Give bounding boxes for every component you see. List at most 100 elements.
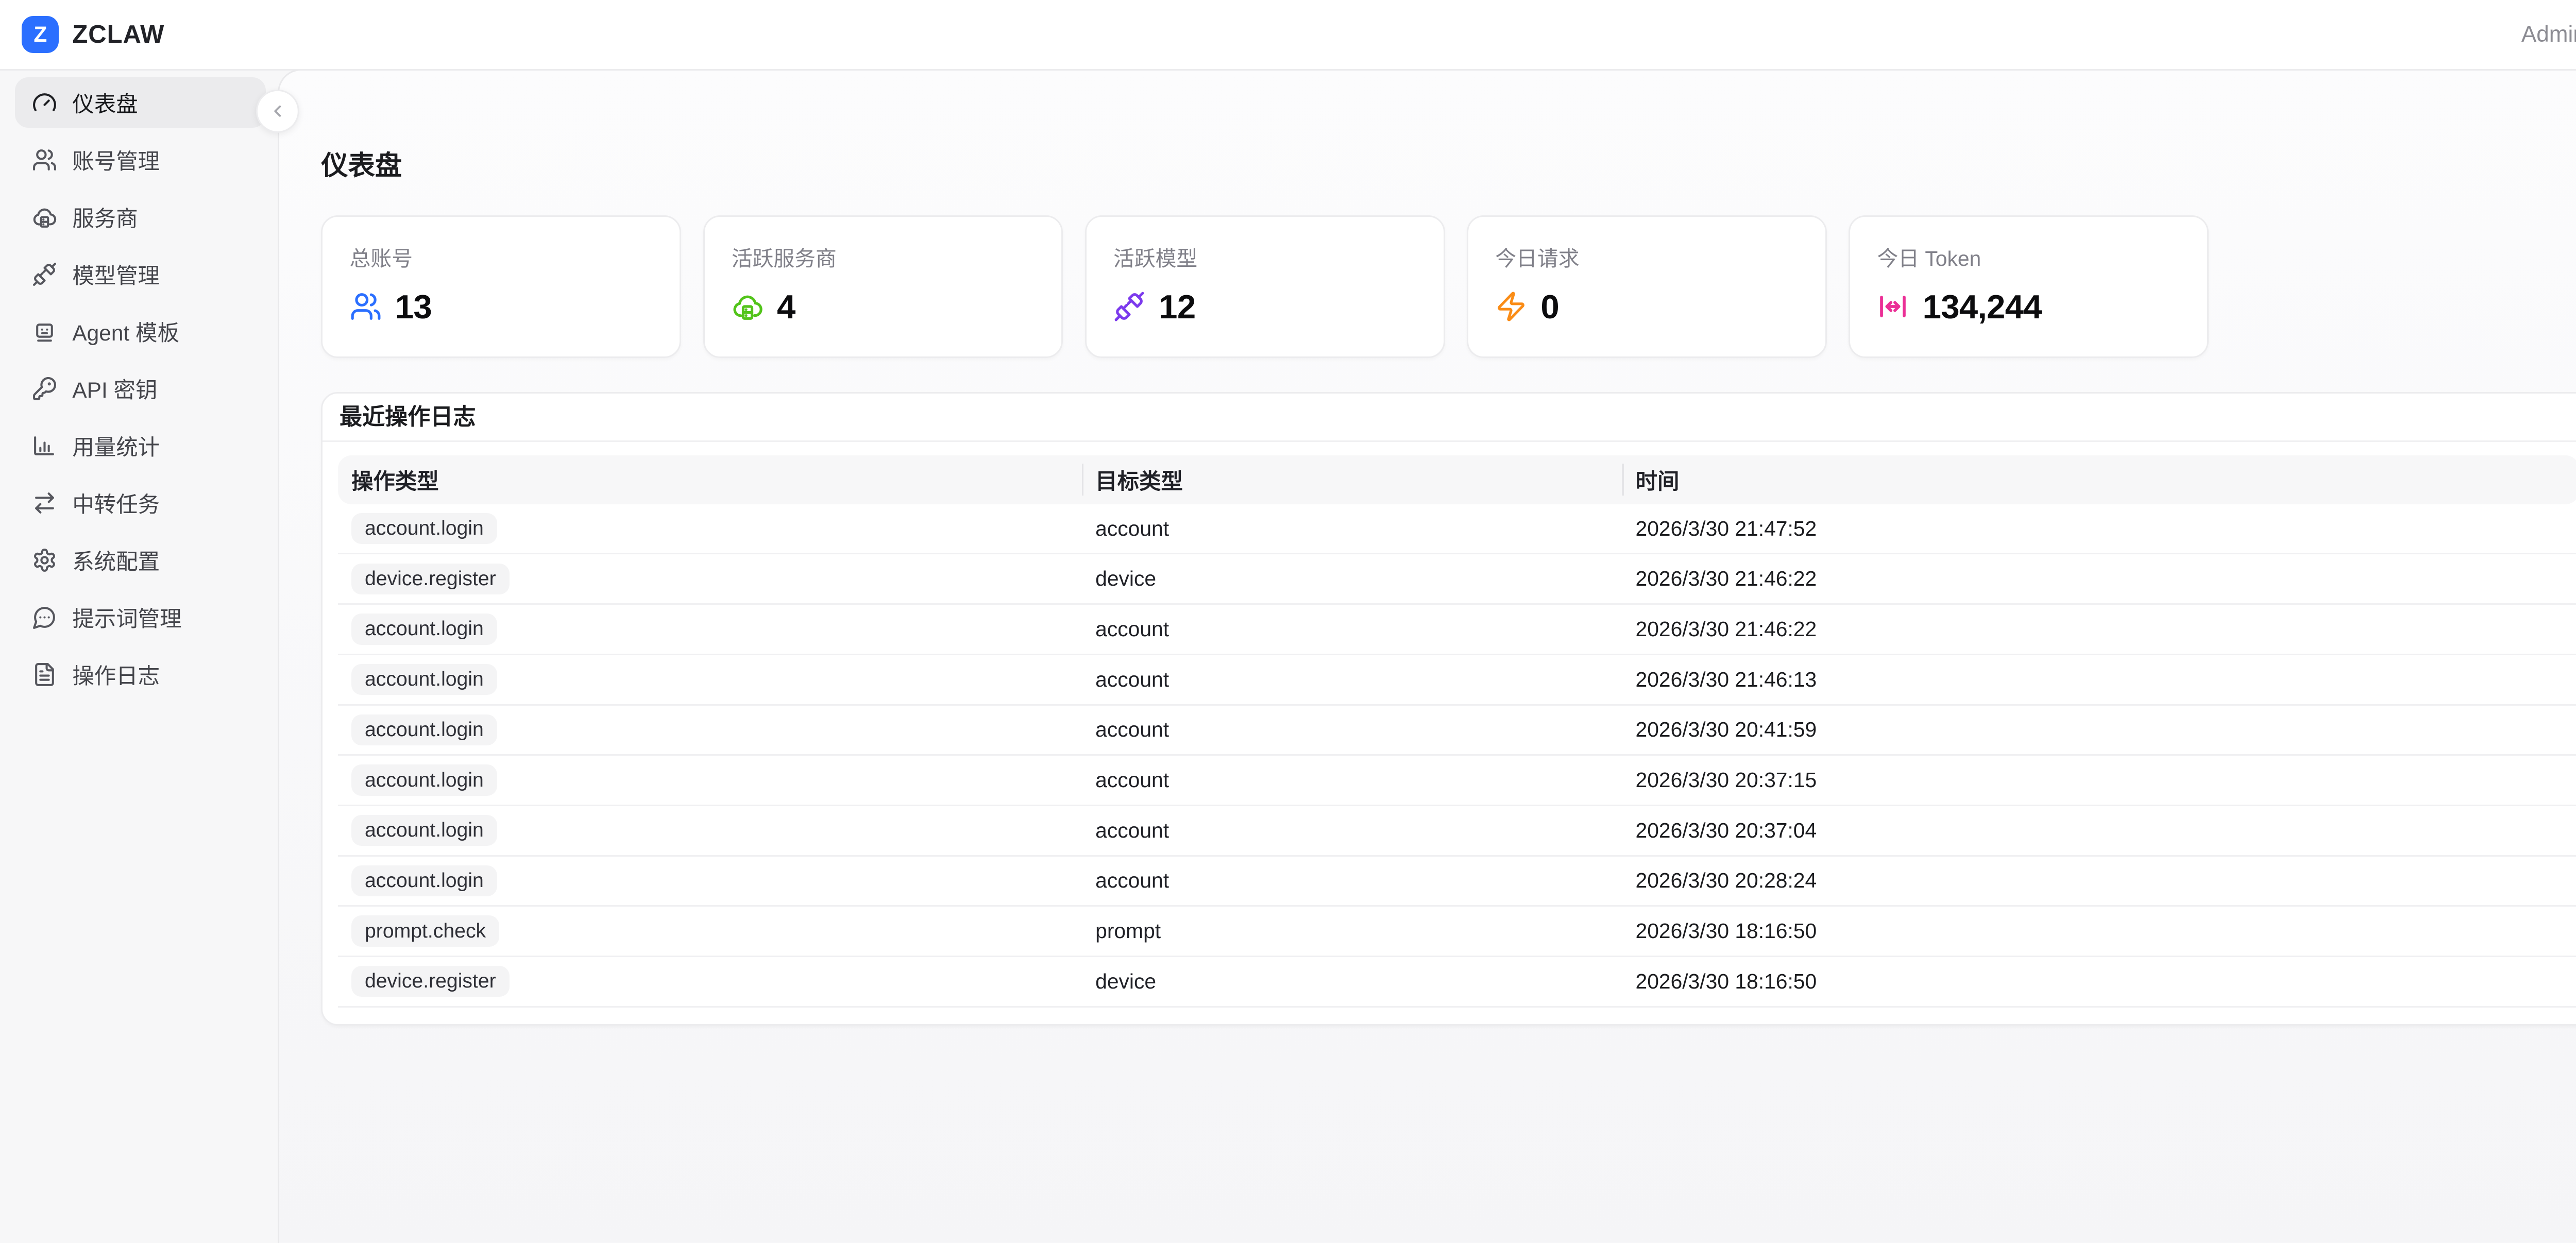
sidebar-item-label: API 密钥 bbox=[72, 373, 157, 404]
stat-card-active-providers: 活跃服务商 4 bbox=[703, 215, 1063, 359]
file-text-icon bbox=[32, 662, 57, 687]
table-row: account.login account 2026/3/30 21:46:13 bbox=[338, 654, 2576, 705]
admin-user-menu[interactable]: Admin bbox=[2521, 22, 2576, 47]
transfer-arrows-icon bbox=[32, 490, 57, 516]
sidebar-item-label: 模型管理 bbox=[72, 259, 160, 290]
message-dots-icon bbox=[32, 605, 57, 630]
table-row: account.login account 2026/3/30 20:41:59 bbox=[338, 705, 2576, 755]
time-cell: 2026/3/30 18:16:50 bbox=[1622, 956, 2576, 1007]
top-header: Z ZCLAW Admin bbox=[0, 0, 2576, 71]
target-cell: account bbox=[1082, 705, 1622, 755]
sidebar-item-label: 仪表盘 bbox=[72, 87, 138, 118]
stat-card-total-accounts: 总账号 13 bbox=[321, 215, 681, 359]
body-row: 仪表盘 账号管理 服务商 模型管理 Agent 模板 API 密钥 bbox=[0, 71, 2576, 1243]
stat-cards-row: 总账号 13 活跃服务商 4 活跃模型 bbox=[321, 215, 2576, 359]
users-icon bbox=[32, 147, 57, 173]
sidebar-item-prompts[interactable]: 提示词管理 bbox=[15, 592, 266, 642]
users-icon bbox=[350, 291, 382, 322]
sidebar-item-providers[interactable]: 服务商 bbox=[15, 192, 266, 242]
stat-label: 今日请求 bbox=[1495, 245, 1798, 272]
stat-value: 12 bbox=[1159, 287, 1195, 326]
time-cell: 2026/3/30 21:46:22 bbox=[1622, 554, 2576, 604]
plug-icon bbox=[1113, 291, 1145, 322]
sidebar-item-usage-stats[interactable]: 用量统计 bbox=[15, 420, 266, 471]
sidebar-collapse-button[interactable] bbox=[256, 89, 299, 132]
target-cell: prompt bbox=[1082, 906, 1622, 957]
main-panel: 仪表盘 总账号 13 活跃服务商 4 bbox=[278, 69, 2576, 1243]
column-header-action-type: 操作类型 bbox=[338, 455, 1082, 504]
action-tag: account.login bbox=[351, 664, 497, 695]
sidebar-item-label: 用量统计 bbox=[72, 430, 160, 462]
table-row: account.login account 2026/3/30 20:37:04 bbox=[338, 805, 2576, 856]
lightning-icon bbox=[1495, 291, 1527, 322]
sidebar-item-label: 操作日志 bbox=[72, 659, 160, 690]
stat-value: 0 bbox=[1540, 287, 1559, 326]
stat-value: 134,244 bbox=[1923, 287, 2042, 326]
stat-label: 活跃模型 bbox=[1113, 245, 1416, 272]
gauge-icon bbox=[32, 90, 57, 115]
table-row: prompt.check prompt 2026/3/30 18:16:50 bbox=[338, 906, 2576, 957]
target-cell: account bbox=[1082, 504, 1622, 554]
cloud-server-icon bbox=[732, 291, 764, 322]
sidebar-item-agent-templates[interactable]: Agent 模板 bbox=[15, 306, 266, 356]
action-tag: device.register bbox=[351, 966, 510, 997]
time-cell: 2026/3/30 20:37:04 bbox=[1622, 805, 2576, 856]
table-row: device.register device 2026/3/30 21:46:2… bbox=[338, 554, 2576, 604]
bar-chart-icon bbox=[32, 433, 57, 458]
stat-label: 活跃服务商 bbox=[732, 245, 1035, 272]
sidebar-item-accounts[interactable]: 账号管理 bbox=[15, 134, 266, 185]
page-title: 仪表盘 bbox=[321, 71, 2576, 183]
target-cell: account bbox=[1082, 604, 1622, 655]
sidebar-item-models[interactable]: 模型管理 bbox=[15, 249, 266, 299]
time-cell: 2026/3/30 21:46:22 bbox=[1622, 604, 2576, 655]
cloud-server-icon bbox=[32, 205, 57, 230]
action-tag: account.login bbox=[351, 764, 497, 795]
sidebar-item-relay-tasks[interactable]: 中转任务 bbox=[15, 478, 266, 528]
sidebar-nav: 仪表盘 账号管理 服务商 模型管理 Agent 模板 API 密钥 bbox=[0, 71, 278, 1243]
stat-card-today-requests: 今日请求 0 bbox=[1467, 215, 1827, 359]
time-cell: 2026/3/30 20:37:15 bbox=[1622, 755, 2576, 806]
target-cell: account bbox=[1082, 654, 1622, 705]
recent-logs-title: 最近操作日志 bbox=[323, 394, 2576, 442]
table-row: account.login account 2026/3/30 21:47:52 bbox=[338, 504, 2576, 554]
gear-icon bbox=[32, 548, 57, 573]
table-row: device.register device 2026/3/30 18:16:5… bbox=[338, 956, 2576, 1007]
plug-icon bbox=[32, 262, 57, 287]
recent-logs-table: 操作类型 目标类型 时间 account.login account 2026/… bbox=[338, 455, 2576, 1008]
action-tag: account.login bbox=[351, 815, 497, 846]
sidebar-item-label: 中转任务 bbox=[72, 487, 160, 519]
table-header-row: 操作类型 目标类型 时间 bbox=[338, 455, 2576, 504]
token-width-icon bbox=[1877, 291, 1909, 322]
bot-icon bbox=[32, 319, 57, 344]
sidebar-item-label: 系统配置 bbox=[72, 544, 160, 576]
column-header-time: 时间 bbox=[1622, 455, 2576, 504]
key-icon bbox=[32, 376, 57, 401]
brand-logo-letter: Z bbox=[33, 22, 47, 47]
sidebar-item-label: 账号管理 bbox=[72, 144, 160, 176]
sidebar-item-dashboard[interactable]: 仪表盘 bbox=[15, 77, 266, 128]
zclaw-admin-app: Z ZCLAW Admin 仪表盘 账号管理 服务商 模型管理 bbox=[0, 0, 2576, 1243]
sidebar-item-label: 提示词管理 bbox=[72, 602, 181, 633]
chevron-left-icon bbox=[268, 102, 287, 121]
sidebar-item-label: 服务商 bbox=[72, 201, 138, 233]
target-cell: device bbox=[1082, 956, 1622, 1007]
sidebar-item-operation-logs[interactable]: 操作日志 bbox=[15, 649, 266, 700]
target-cell: account bbox=[1082, 856, 1622, 906]
recent-logs-card: 最近操作日志 操作类型 目标类型 时间 bbox=[321, 392, 2576, 1026]
stat-value: 4 bbox=[777, 287, 795, 326]
action-tag: account.login bbox=[351, 513, 497, 544]
sidebar-item-label: Agent 模板 bbox=[72, 316, 179, 347]
stat-value: 13 bbox=[395, 287, 432, 326]
sidebar-item-api-keys[interactable]: API 密钥 bbox=[15, 363, 266, 414]
time-cell: 2026/3/30 20:28:24 bbox=[1622, 856, 2576, 906]
target-cell: device bbox=[1082, 554, 1622, 604]
time-cell: 2026/3/30 21:46:13 bbox=[1622, 654, 2576, 705]
target-cell: account bbox=[1082, 805, 1622, 856]
sidebar-item-system-config[interactable]: 系统配置 bbox=[15, 535, 266, 585]
action-tag: prompt.check bbox=[351, 915, 499, 946]
time-cell: 2026/3/30 18:16:50 bbox=[1622, 906, 2576, 957]
stat-card-active-models: 活跃模型 12 bbox=[1085, 215, 1445, 359]
target-cell: account bbox=[1082, 755, 1622, 806]
brand-logo: Z bbox=[22, 16, 59, 53]
stat-label: 今日 Token bbox=[1877, 245, 2180, 272]
